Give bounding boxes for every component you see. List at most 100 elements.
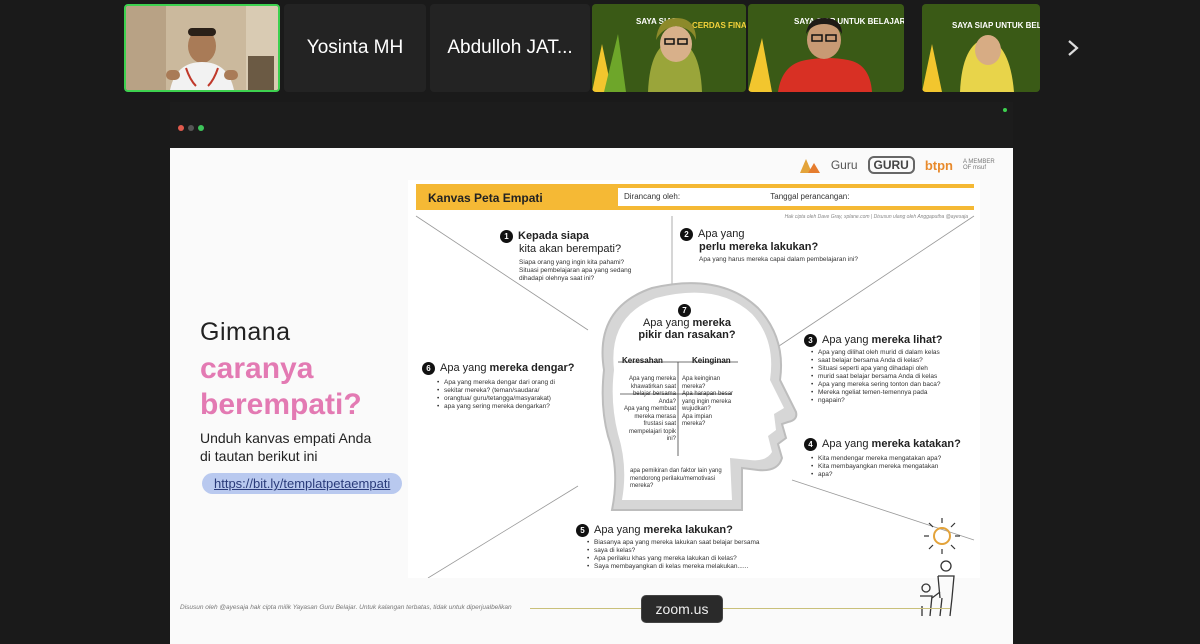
keinginan-line: wujudkan? xyxy=(682,406,711,412)
presentation-slide: Guru GURU btpn A MEMBER OF msuf Gimana c… xyxy=(170,148,1013,644)
number-badge: 1 xyxy=(500,230,513,243)
slide-instruction-1: Unduh kanvas empati Anda xyxy=(200,430,372,446)
question-7-line-2: pikir dan rasakan? xyxy=(638,329,736,341)
slide-subheading-1: caranya xyxy=(200,352,314,385)
svg-text:SAYA SIAP UNTUK BELAJAR: SAYA SIAP UNTUK BELAJAR xyxy=(952,21,1040,30)
participant-tile-yosinta[interactable]: Yosinta MH xyxy=(284,4,426,92)
designer-field[interactable]: Dirancang oleh: Tanggal perancangan: xyxy=(618,188,980,206)
svg-text:CERDAS FINANSIAL: CERDAS FINANSIAL xyxy=(692,21,746,30)
participant-tile-video-3[interactable]: SAYA SIAP UNTUK BELAJAR xyxy=(922,4,1040,92)
question-6-line-1a: Apa yang xyxy=(440,362,490,375)
question-1-line-2: kita akan berempati? xyxy=(519,243,622,255)
keresahan-line: mereka merasa xyxy=(634,413,676,420)
participant-name: Yosinta MH xyxy=(306,37,404,58)
participant-video: SAYA SIAP UNTUK BELAJAR xyxy=(922,4,1040,92)
question-1-hint: dihadapi olehnya saat ini? xyxy=(519,275,595,282)
date-label: Tanggal perancangan: xyxy=(770,192,850,201)
logo-text: A MEMBER OF msuf xyxy=(963,159,995,171)
keinginan-label: Keinginan xyxy=(692,356,731,365)
question-2-hint: Apa yang harus mereka capai dalam pembel… xyxy=(699,256,858,263)
question-5: 5 Apa yang mereka lakukan? Biasanya apa y… xyxy=(576,524,816,571)
hint-item: orangtua/ guru/tetangga/masyarakat) xyxy=(436,395,592,403)
question-2-line-2: perlu mereka lakukan? xyxy=(699,241,819,253)
question-3-hints: Apa yang dilihat oleh murid di dalam kel… xyxy=(810,349,974,405)
hint-item: ngapain? xyxy=(810,397,974,405)
logo-text: btpn xyxy=(924,157,953,173)
empathy-map-canvas: Kanvas Peta Empati Dirancang oleh: Tangg… xyxy=(408,180,980,578)
keresahan-line: belajar bersama xyxy=(632,391,676,397)
keinginan-line: yang ingin mereka xyxy=(682,398,732,405)
participant-strip: Yosinta MH Abdulloh JAT... SAYA SIAP CER… xyxy=(0,0,1200,96)
participant-tile-active-speaker[interactable] xyxy=(124,4,280,92)
pemikiran-line: apa pemikiran dan faktor lain yang xyxy=(630,468,722,474)
guru-logo: Guru xyxy=(798,157,858,173)
question-1: 1 Kepada siapa kita akan berempati? Siapa… xyxy=(500,230,670,283)
keinginan-list: Apa keinginan mereka? Apa harapan besar yan… xyxy=(682,376,752,429)
question-6: 6 Apa yang mereka dengar? Apa yang mereka… xyxy=(422,362,592,411)
hint-item: Apa yang dilihat oleh murid di dalam kel… xyxy=(810,349,974,357)
speaker-video xyxy=(126,6,278,90)
keinginan-line: Apa harapan besar xyxy=(682,391,734,397)
keinginan-line: Apa keinginan xyxy=(682,376,721,382)
question-6-hints: Apa yang mereka dengar dari orang diseki… xyxy=(436,379,592,411)
logo-text: Guru xyxy=(830,158,858,172)
question-7-line-1b: mereka xyxy=(692,317,732,329)
question-3-line-1a: Apa yang xyxy=(822,334,872,347)
number-badge: 5 xyxy=(576,524,589,537)
hint-item: murid saat belajar bersama Anda di kelas xyxy=(810,373,974,381)
question-1-line-1: Kepada siapa xyxy=(518,230,589,243)
question-5-line-1a: Apa yang xyxy=(594,524,644,537)
keresahan-line: mempelajari topik xyxy=(628,428,676,435)
question-5-line-1b: mereka lakukan? xyxy=(643,524,733,537)
slide-footnote: Disusun oleh @ayesaja hak cipta milik Ya… xyxy=(180,604,512,611)
participant-video: SAYA SIAP CERDAS FINANSIAL xyxy=(592,4,746,92)
pemikiran-line: mereka? xyxy=(630,483,654,489)
number-badge: 2 xyxy=(680,228,693,241)
logo-text: GURU xyxy=(873,158,909,172)
pemikiran-list: apa pemikiran dan faktor lain yang mendor… xyxy=(630,468,760,491)
question-1-hint: Siapa orang yang ingin kita pahami? xyxy=(519,259,625,266)
question-2: 2 Apa yang perlu mereka lakukan? Apa yang… xyxy=(680,228,970,264)
slide-logos: Guru GURU btpn A MEMBER OF msuf xyxy=(798,156,999,174)
template-link[interactable]: https://bit.ly/templatpetaempati xyxy=(202,473,403,494)
keinginan-line: Apa impian xyxy=(682,413,713,420)
hint-item: Biasanya apa yang mereka lakukan saat be… xyxy=(586,539,816,547)
number-badge: 7 xyxy=(678,304,691,317)
participant-tile-video-2[interactable]: SAYA SIAP UNTUK BELAJAR xyxy=(748,4,904,92)
question-5-hints: Biasanya apa yang mereka lakukan saat be… xyxy=(586,539,816,571)
question-3-line-1b: mereka lihat? xyxy=(871,334,943,347)
keresahan-line: khawatirkan saat xyxy=(630,383,676,390)
member-logo: A MEMBER OF msuf xyxy=(963,159,999,171)
hint-item: Mereka ngeliat temen-temennya pada xyxy=(810,389,974,397)
slide-subheading-2: berempati? xyxy=(200,388,362,421)
slide-instruction-2: di tautan berikut ini xyxy=(200,448,318,464)
hint-item: Apa yang mereka sering tonton dan baca? xyxy=(810,381,974,389)
hint-item: Apa yang mereka dengar dari orang di xyxy=(436,379,592,387)
participant-tile-abdulloh[interactable]: Abdulloh JAT... xyxy=(430,4,590,92)
question-4-line-1a: Apa yang xyxy=(822,438,872,451)
slide-left-text: Gimana caranya berempati? Unduh kanvas e… xyxy=(200,318,430,494)
keinginan-line: mereka? xyxy=(682,383,706,390)
canvas-credit: Hak cipta oleh Dave Gray, xplane.com | D… xyxy=(784,214,968,220)
btpn-logo: btpn xyxy=(925,158,953,173)
question-7: 7 Apa yang mereka pikir dan rasakan? xyxy=(622,304,752,341)
question-2-line-1: Apa yang xyxy=(698,228,745,241)
participant-tile-video-1[interactable]: SAYA SIAP CERDAS FINANSIAL xyxy=(592,4,746,92)
zoom-badge[interactable]: zoom.us xyxy=(641,595,723,623)
question-4-line-1b: mereka katakan? xyxy=(871,438,961,451)
hint-item: Kita mendengar mereka mengatakan apa? xyxy=(810,455,974,463)
keresahan-line: Apa yang membuat xyxy=(623,406,676,412)
chevron-right-icon[interactable] xyxy=(1058,30,1088,66)
maximize-dot-icon xyxy=(198,125,204,131)
parent-child-icon xyxy=(920,560,955,617)
keresahan-line: Anda? xyxy=(658,398,676,405)
guru-belajar-logo: GURU xyxy=(867,156,915,174)
question-6-line-1b: mereka dengar? xyxy=(489,362,575,375)
keresahan-line: Apa yang mereka xyxy=(628,376,676,382)
number-badge: 3 xyxy=(804,334,817,347)
number-badge: 6 xyxy=(422,362,435,375)
hint-item: saat belajar bersama Anda di kelas? xyxy=(810,357,974,365)
hint-item: Apa perilaku khas yang mereka lakukan di… xyxy=(586,555,816,563)
share-indicator xyxy=(1003,108,1007,112)
shared-screen: Guru GURU btpn A MEMBER OF msuf Gimana c… xyxy=(170,102,1013,644)
